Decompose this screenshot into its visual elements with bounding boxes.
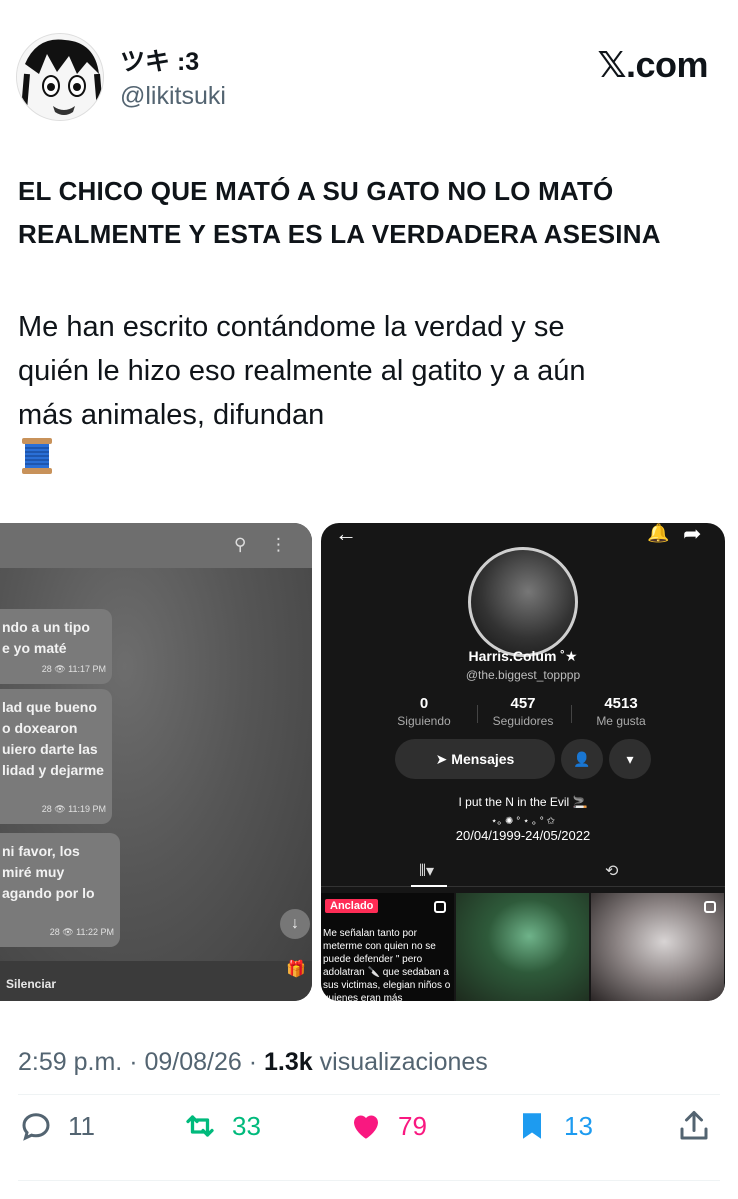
profile-bio-line: 20/04/1999-24/05/2022	[455, 828, 591, 843]
multi-image-icon	[434, 901, 446, 913]
chat-meta: 28 👁 11:17 PM	[41, 664, 106, 674]
divider	[18, 1094, 720, 1095]
chat-text: uiero darte las	[2, 741, 98, 757]
video-thumbnail-pinned: Anclado Me señalan tanto por meterme con…	[321, 893, 454, 1001]
message-button: ➤ Mensajes	[395, 739, 555, 779]
chat-bubble: ndo a un tipo e yo maté 28 👁 11:17 PM	[0, 609, 112, 684]
add-friend-icon: 👤	[561, 739, 603, 779]
body-line: quién le hizo eso realmente al gatito y …	[18, 355, 586, 387]
like-count: 79	[398, 1110, 427, 1141]
reply-button[interactable]: 11	[18, 1108, 95, 1144]
tweet-date[interactable]: 09/08/26	[144, 1048, 241, 1076]
profile-bio-line: ⋆｡ ✺ ° ⋆ ｡ ° ✩	[491, 816, 555, 827]
chat-text: ni favor, los	[2, 843, 80, 859]
video-thumbnail	[591, 893, 724, 1001]
bookmark-icon	[523, 1113, 541, 1139]
pinned-caption: Me señalan tanto por meterme con quien n…	[323, 928, 451, 1001]
divider	[18, 1180, 720, 1181]
scroll-down-icon: ↓	[280, 909, 310, 939]
chat-text: lad que bueno	[2, 699, 97, 715]
chat-text: ndo a un tipo	[2, 619, 90, 635]
stat-value: 4513	[604, 695, 638, 712]
chat-text: e yo maté	[2, 640, 67, 656]
author-display-name[interactable]: ツキ :3	[120, 42, 199, 78]
media-chat-screenshot[interactable]: ⚲ ⋮ ndo a un tipo e yo maté 28 👁 11:17 P…	[0, 523, 312, 1001]
avatar-manga-face-icon	[17, 34, 103, 120]
body-line: Me han escrito contándome la verdad y se	[18, 311, 565, 343]
message-button-label: Mensajes	[451, 751, 515, 767]
tweet-headline: EL CHICO QUE MATÓ A SU GATO NO LO MATÓ R…	[18, 170, 728, 256]
media-profile-screenshot[interactable]: ← 🔔 ➦ Harris.Colum ˚★ @the.biggest_toppp…	[321, 523, 725, 1001]
bookmark-button[interactable]: 13	[514, 1108, 593, 1144]
chat-text: agando por lo	[2, 885, 95, 901]
chat-meta: 28 👁 11:22 PM	[49, 927, 114, 937]
grid-tab-icon: ⦀▾	[419, 863, 435, 880]
tweet-time[interactable]: 2:59 p.m.	[18, 1048, 122, 1076]
chevron-down-icon: ▾	[609, 739, 651, 779]
reply-count: 11	[68, 1110, 95, 1141]
chat-top-bar: ⚲ ⋮	[0, 523, 312, 568]
retweet-button[interactable]: 33	[182, 1108, 261, 1144]
stat-value: 457	[510, 695, 536, 712]
profile-name: Harris.Colum ˚★	[468, 648, 578, 664]
search-icon: ⚲	[234, 535, 247, 554]
stat-value: 0	[419, 695, 429, 712]
tweet-body: Me han escrito contándome la verdad y se…	[18, 305, 718, 437]
headline-line: EL CHICO QUE MATÓ A SU GATO NO LO MATÓ	[18, 176, 614, 206]
send-icon: ➤	[435, 751, 452, 767]
repost-tab-icon: ⟲	[605, 863, 619, 880]
mute-label: Silenciar	[6, 977, 57, 991]
like-button[interactable]: 79	[348, 1108, 427, 1144]
meta-separator: ·	[248, 1048, 258, 1076]
spool-of-thread-icon	[22, 438, 52, 474]
tweet-meta: 2:59 p.m. · 09/08/26 · 1.3k visualizacio…	[18, 1048, 488, 1077]
chat-text: o doxearon	[2, 720, 78, 736]
retweet-icon	[186, 1115, 214, 1137]
share-button[interactable]	[676, 1108, 712, 1144]
chat-text: lidad y dejarme	[2, 762, 104, 778]
back-arrow-icon: ←	[335, 523, 357, 546]
views-count: 1.3k	[264, 1048, 313, 1076]
headline-line: REALMENTE Y ESTA ES LA VERDADERA ASESINA	[18, 219, 661, 249]
meta-separator: ·	[129, 1048, 138, 1076]
views-label: visualizaciones	[319, 1048, 488, 1076]
share-arrow-icon: ➦	[683, 523, 702, 546]
chat-text: miré muy	[2, 864, 65, 880]
profile-avatar	[468, 547, 578, 657]
x-logo-text: .com	[625, 44, 709, 85]
reply-icon	[22, 1113, 50, 1141]
bell-icon: 🔔	[647, 523, 670, 543]
gift-icon: 🎁	[286, 961, 306, 978]
profile-username: @the.biggest_topppp	[465, 668, 581, 682]
stat-label: Seguidores	[492, 714, 554, 728]
author-handle[interactable]: @likitsuki	[120, 82, 226, 111]
tab-active-indicator	[411, 885, 447, 887]
chat-bubble: lad que bueno o doxearon uiero darte las…	[0, 689, 112, 824]
multi-image-icon	[704, 901, 716, 913]
pinned-badge: Anclado	[325, 899, 379, 913]
profile-bio-line: I put the N in the Evil 🚬	[458, 795, 588, 809]
stat-likes: 4513 Me gusta	[566, 695, 676, 728]
stat-following: 0 Siguiendo	[369, 695, 479, 728]
profile-tabs: ⦀▾ ⟲	[321, 853, 725, 887]
stat-label: Siguiendo	[397, 714, 451, 728]
x-logo[interactable]: 𝕏.com	[597, 44, 708, 86]
body-line: más animales, difundan	[18, 399, 325, 431]
x-logo-icon: 𝕏	[597, 45, 626, 86]
author-avatar[interactable]	[16, 33, 104, 121]
stat-followers: 457 Seguidores	[468, 695, 578, 728]
chat-meta: 28 👁 11:19 PM	[41, 804, 106, 814]
bookmark-count: 13	[564, 1110, 593, 1141]
share-icon	[680, 1111, 708, 1140]
retweet-count: 33	[232, 1110, 261, 1141]
stat-label: Me gusta	[596, 714, 646, 728]
chat-bubble: ni favor, los miré muy agando por lo 28 …	[0, 833, 120, 947]
heart-icon	[354, 1115, 378, 1139]
video-thumbnail	[456, 893, 589, 1001]
more-vertical-icon: ⋮	[270, 535, 287, 554]
